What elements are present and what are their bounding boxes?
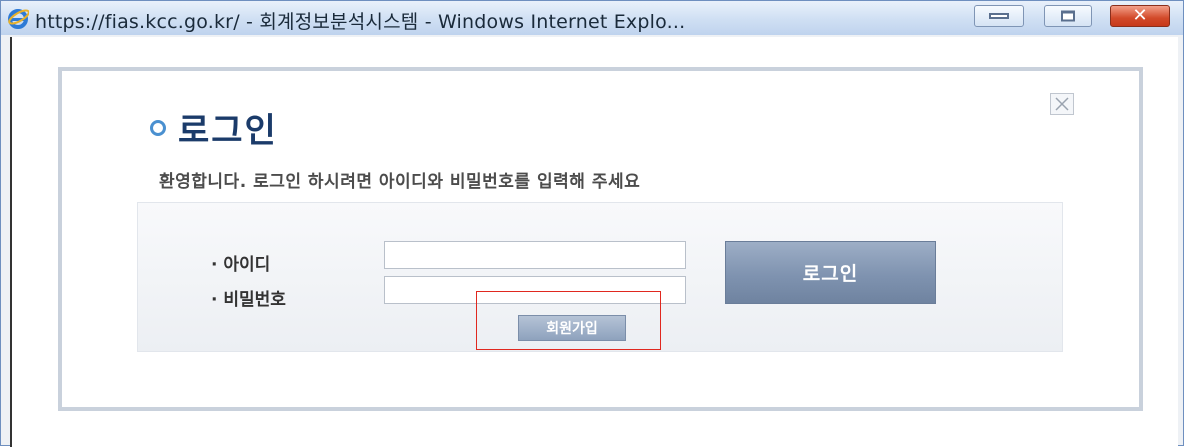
dialog-close-icon bbox=[1055, 97, 1069, 111]
browser-window: https://fias.kcc.go.kr/ - 회계정보분석시스템 - Wi… bbox=[0, 0, 1184, 447]
bullet-ring-icon bbox=[150, 119, 166, 136]
close-button[interactable]: ✕ bbox=[1110, 5, 1170, 27]
page-content: 로그인 환영합니다. 로그인 하시려면 아이디와 비밀번호를 입력해 주세요 ·… bbox=[10, 37, 1178, 447]
maximize-button[interactable] bbox=[1044, 5, 1092, 27]
ie-logo-icon bbox=[7, 7, 30, 29]
password-label: · 비밀번호 bbox=[211, 290, 286, 310]
maximize-icon bbox=[1061, 10, 1075, 22]
id-label: · 아이디 bbox=[211, 255, 271, 275]
dialog-close-button[interactable] bbox=[1050, 93, 1074, 115]
close-icon: ✕ bbox=[1132, 5, 1148, 26]
window-title: https://fias.kcc.go.kr/ - 회계정보분석시스템 - Wi… bbox=[35, 11, 686, 33]
highlight-box bbox=[476, 291, 661, 350]
welcome-message: 환영합니다. 로그인 하시려면 아이디와 비밀번호를 입력해 주세요 bbox=[159, 172, 641, 192]
id-input[interactable] bbox=[384, 241, 686, 269]
login-dialog: 로그인 환영합니다. 로그인 하시려면 아이디와 비밀번호를 입력해 주세요 ·… bbox=[58, 67, 1143, 411]
title-bar[interactable]: https://fias.kcc.go.kr/ - 회계정보분석시스템 - Wi… bbox=[1, 1, 1183, 35]
minimize-button[interactable] bbox=[974, 5, 1024, 27]
dialog-heading: 로그인 bbox=[150, 103, 278, 152]
minimize-icon bbox=[989, 13, 1009, 19]
page-title: 로그인 bbox=[178, 111, 278, 151]
login-button[interactable]: 로그인 bbox=[725, 241, 936, 304]
